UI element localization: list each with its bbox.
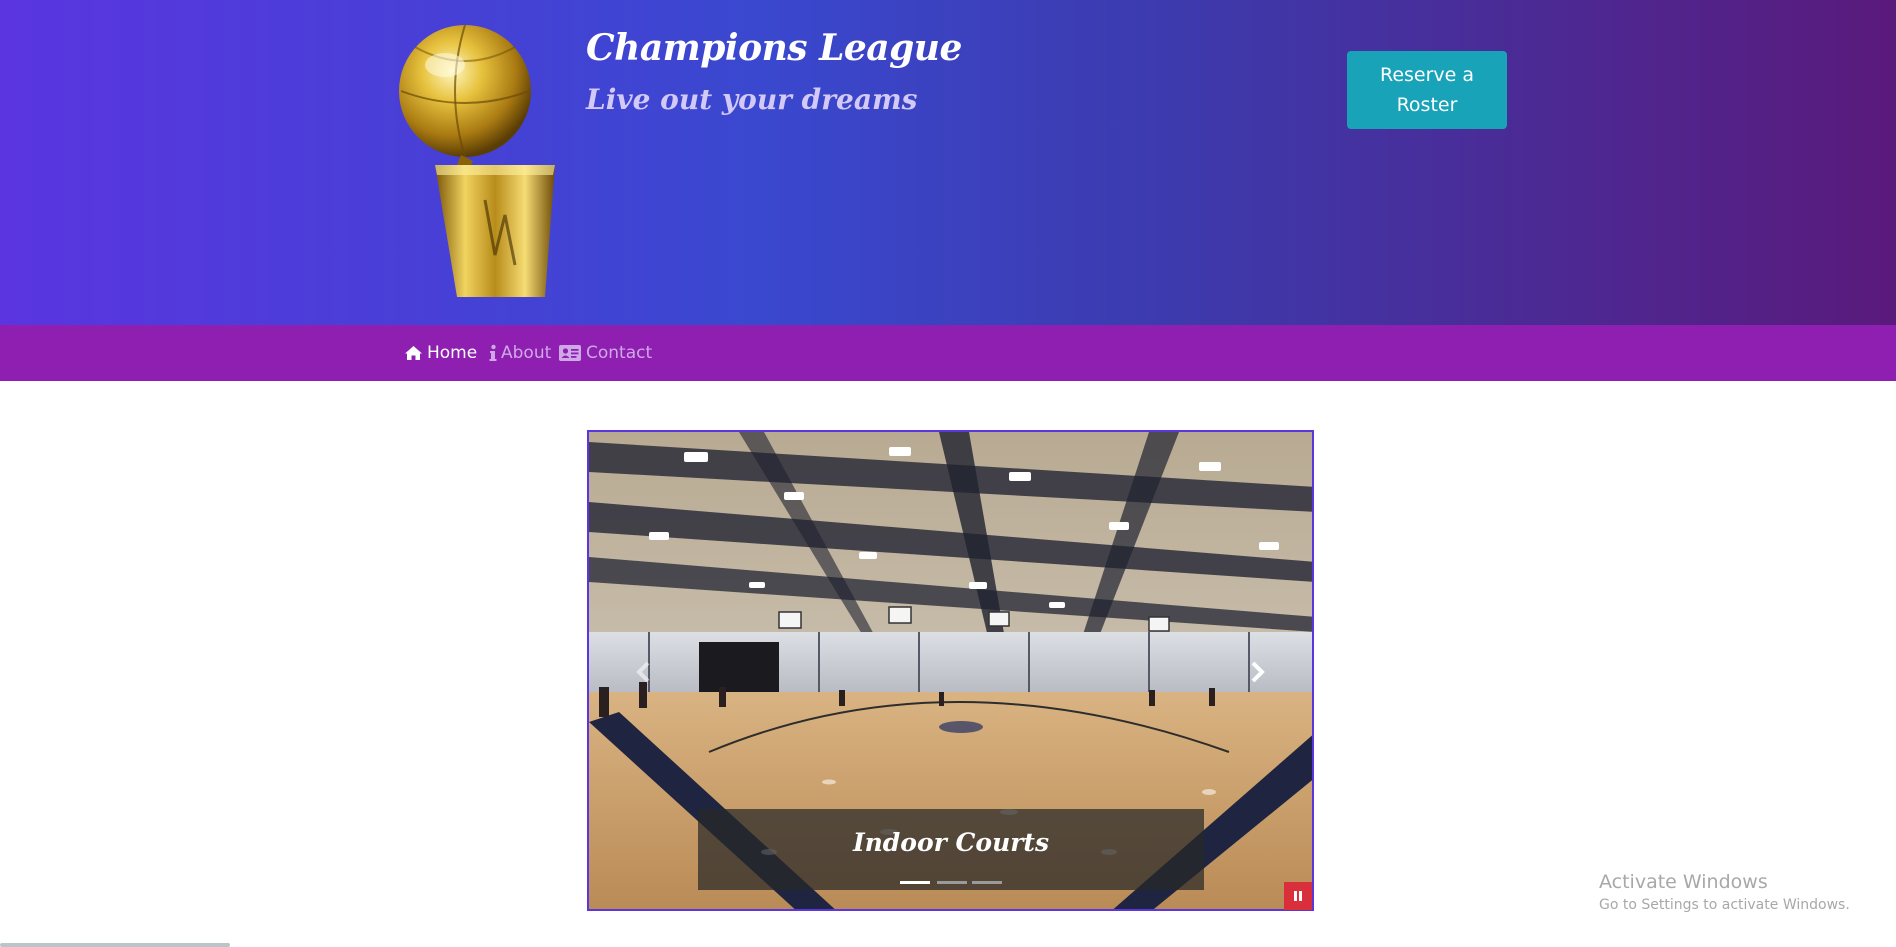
nav-item-about[interactable]: About — [489, 325, 551, 381]
chevron-left-icon — [636, 661, 650, 683]
carousel-indicator-2[interactable] — [937, 881, 967, 884]
nav-item-home[interactable]: Home — [404, 325, 477, 381]
main-navbar: Home About Contact — [0, 325, 1896, 381]
carousel-pause-button[interactable] — [1284, 882, 1312, 910]
carousel-indicator-1[interactable] — [900, 881, 930, 884]
carousel-caption: Indoor Courts — [852, 828, 1050, 857]
windows-watermark-subtitle: Go to Settings to activate Windows. — [1599, 897, 1850, 913]
nav-item-contact[interactable]: Contact — [558, 325, 652, 381]
site-header: Champions League Live out your dreams Re… — [0, 0, 1896, 325]
nav-label-contact: Contact — [586, 343, 653, 363]
carousel-prev-button[interactable] — [628, 652, 658, 692]
carousel-indicator-3[interactable] — [972, 881, 1002, 884]
info-icon — [489, 344, 497, 361]
nav-label-about: About — [501, 343, 552, 363]
site-title: Champions League — [586, 27, 962, 69]
windows-watermark-title: Activate Windows — [1599, 871, 1768, 893]
carousel-next-button[interactable] — [1243, 652, 1273, 692]
bottom-scroll-indicator — [0, 943, 230, 947]
site-tagline: Live out your dreams — [586, 83, 918, 116]
pause-icon — [1294, 891, 1302, 901]
home-icon — [405, 346, 422, 360]
trophy-logo — [399, 25, 555, 297]
chevron-right-icon — [1251, 661, 1265, 683]
contact-card-icon — [559, 345, 581, 361]
reserve-roster-label: Reserve a Roster — [1379, 64, 1475, 116]
nav-label-home: Home — [427, 343, 478, 363]
reserve-roster-button[interactable]: Reserve a Roster — [1347, 51, 1507, 129]
